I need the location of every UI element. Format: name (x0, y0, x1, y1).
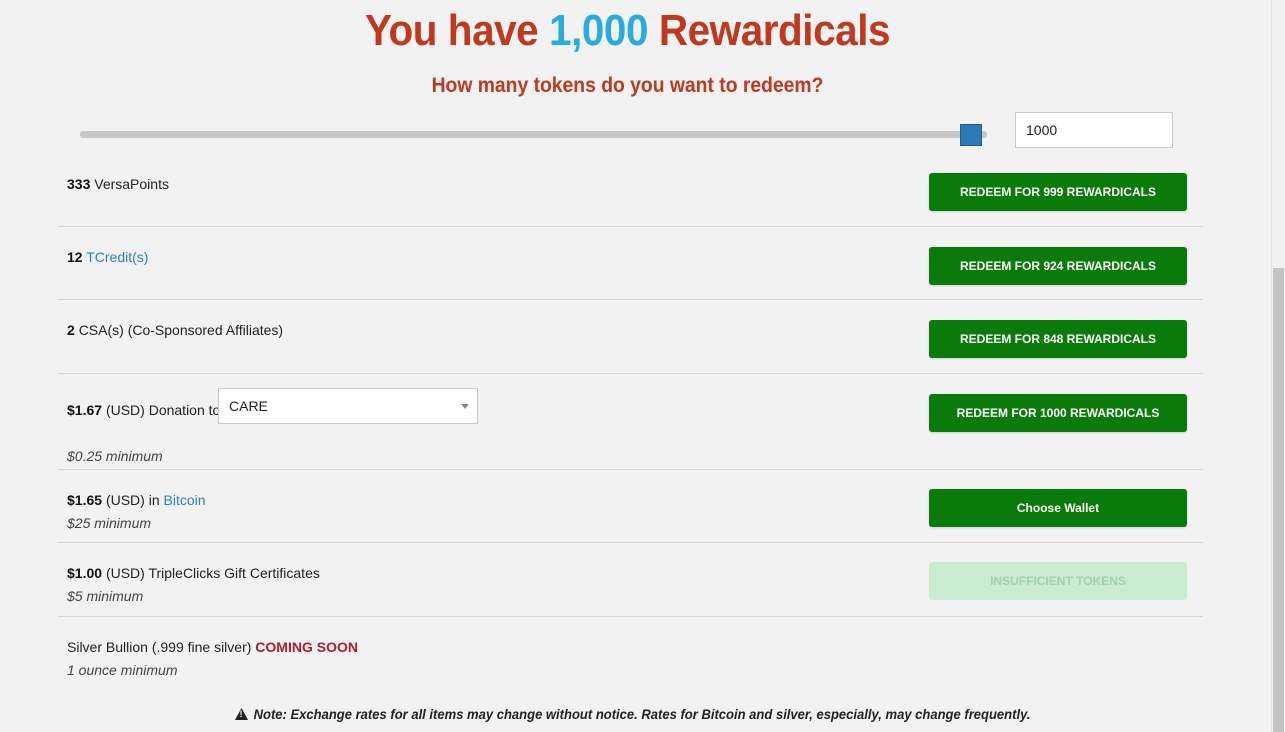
row-description: (USD) Donation to (105, 402, 221, 418)
note-text: Note: Exchange rates for all items may c… (253, 706, 1031, 722)
row-description: (USD) in (105, 492, 160, 508)
row-quantity: $1.00 (67, 565, 103, 581)
token-amount-input[interactable] (1015, 112, 1173, 148)
row-quantity: $1.65 (67, 492, 103, 508)
page-title: You have 1,000 Rewardicals (50, 6, 1205, 56)
row-label: 12 TCredit(s) (67, 249, 148, 265)
redeem-csa-button[interactable]: REDEEM FOR 848 REWARDICALS (929, 320, 1187, 358)
token-slider-handle[interactable] (960, 124, 982, 146)
row-label: 333 VersaPoints (67, 176, 169, 192)
page-scrollbar[interactable] (1271, 0, 1285, 732)
scrollbar-thumb[interactable] (1273, 268, 1284, 732)
row-label: 2 CSA(s) (Co-Sponsored Affiliates) (67, 322, 283, 338)
bitcoin-link[interactable]: Bitcoin (164, 492, 206, 508)
insufficient-tokens-button[interactable]: INSUFFICIENT TOKENS (929, 562, 1187, 600)
row-description: (USD) TripleClicks Gift Certificates (105, 565, 320, 581)
redeem-row-tcredits: 12 TCredit(s) REDEEM FOR 924 REWARDICALS (58, 227, 1203, 300)
title-suffix: Rewardicals (658, 6, 891, 55)
row-label: Silver Bullion (.999 fine silver) COMING… (67, 639, 358, 655)
title-prefix: You have (364, 6, 539, 55)
row-quantity: 12 (67, 249, 83, 265)
donation-charity-select[interactable]: CARE (218, 388, 478, 424)
rewardicals-redeem-page: You have 1,000 Rewardicals How many toke… (0, 0, 1285, 732)
choose-wallet-button[interactable]: Choose Wallet (929, 489, 1187, 527)
page-subtitle: How many tokens do you want to redeem? (431, 74, 824, 97)
tcredits-link[interactable]: TCredit(s) (86, 249, 148, 265)
donation-charity-value: CARE (229, 398, 268, 414)
redeem-row-bitcoin: $1.65 (USD) in Bitcoin $25 minimum Choos… (58, 470, 1203, 543)
row-quantity: 333 (67, 176, 91, 192)
row-quantity: $1.67 (67, 402, 103, 418)
warning-triangle-icon (235, 708, 249, 720)
row-label: $1.67 (USD) Donation to (67, 402, 220, 418)
redeem-row-gift-certificates: $1.00 (USD) TripleClicks Gift Certificat… (58, 543, 1203, 617)
token-slider-track[interactable] (80, 131, 987, 138)
coming-soon-badge: COMING SOON (255, 639, 358, 655)
rewardicals-balance: 1,000 (549, 6, 649, 55)
chevron-down-icon (461, 404, 469, 409)
donation-minimum: $0.25 minimum (67, 448, 163, 464)
redeem-tcredits-button[interactable]: REDEEM FOR 924 REWARDICALS (929, 247, 1187, 285)
redeem-row-csa: 2 CSA(s) (Co-Sponsored Affiliates) REDEE… (58, 300, 1203, 374)
redeem-versapoints-button[interactable]: REDEEM FOR 999 REWARDICALS (929, 173, 1187, 211)
exchange-rate-note: Note: Exchange rates for all items may c… (235, 706, 1030, 722)
row-description: VersaPoints (94, 176, 169, 192)
silver-minimum: 1 ounce minimum (67, 662, 178, 678)
redeem-row-donation: $1.67 (USD) Donation to CARE $0.25 minim… (58, 374, 1203, 470)
gift-certificate-minimum: $5 minimum (67, 588, 144, 604)
redeem-donation-button[interactable]: REDEEM FOR 1000 REWARDICALS (929, 394, 1187, 432)
bitcoin-minimum: $25 minimum (67, 515, 152, 531)
redeem-row-versapoints: 333 VersaPoints REDEEM FOR 999 REWARDICA… (58, 154, 1203, 227)
row-label: $1.00 (USD) TripleClicks Gift Certificat… (67, 565, 320, 581)
row-label: $1.65 (USD) in Bitcoin (67, 492, 206, 508)
row-description: Silver Bullion (.999 fine silver) (67, 639, 252, 655)
row-description: CSA(s) (Co-Sponsored Affiliates) (78, 322, 284, 338)
redeem-row-silver: Silver Bullion (.999 fine silver) COMING… (58, 617, 1203, 689)
row-quantity: 2 (67, 322, 75, 338)
